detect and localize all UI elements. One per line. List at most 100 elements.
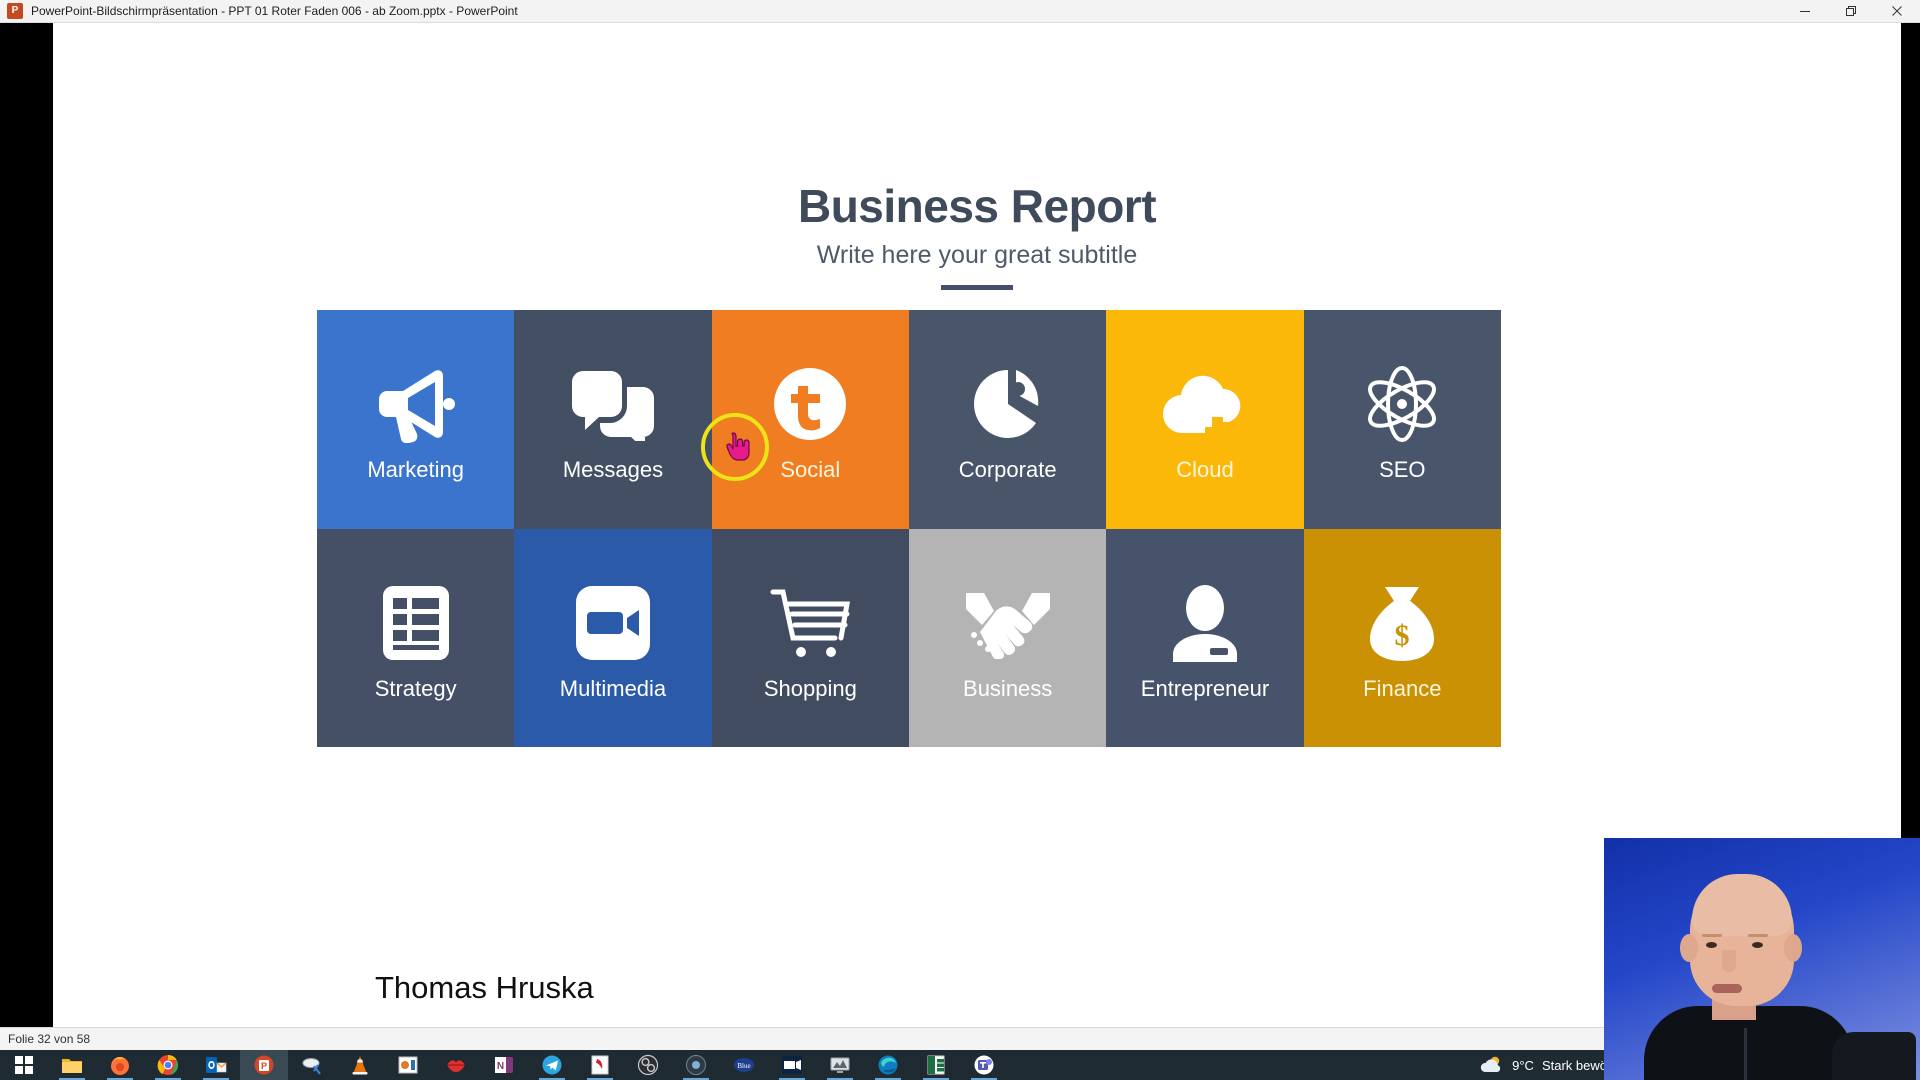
- tile-cloud[interactable]: Cloud: [1106, 310, 1304, 529]
- tile-label: SEO: [1379, 457, 1426, 483]
- lips-icon: [447, 1060, 465, 1072]
- presenter-chair: [1832, 1032, 1916, 1080]
- windows-logo-icon: [15, 1056, 33, 1074]
- slide-counter: Folie 32 von 58: [8, 1032, 91, 1046]
- restore-icon[interactable]: [1828, 0, 1874, 23]
- taskbar-circle-app[interactable]: [672, 1050, 720, 1080]
- tile-entrepreneur[interactable]: Entrepreneur: [1106, 528, 1304, 747]
- taskbar-file-explorer[interactable]: [48, 1050, 96, 1080]
- tile-label: Messages: [562, 457, 664, 483]
- window-title: PowerPoint-Bildschirmpräsentation - PPT …: [31, 4, 518, 18]
- tile-label: Corporate: [958, 457, 1057, 483]
- tile-label: Marketing: [367, 457, 464, 483]
- firefox-icon: [111, 1057, 129, 1075]
- presenter-jacket-zip: [1744, 1028, 1747, 1080]
- pie-chart-icon: [953, 356, 1063, 452]
- tile-social[interactable]: Social: [711, 310, 909, 529]
- tile-multimedia[interactable]: Multimedia: [514, 528, 712, 747]
- tile-label: Cloud: [1176, 457, 1234, 483]
- taskbar-excel[interactable]: [912, 1050, 960, 1080]
- telegram-icon: [542, 1055, 562, 1075]
- table-list-icon: [361, 575, 471, 671]
- tile-label: Strategy: [374, 675, 457, 701]
- blue-app-icon: Blue: [734, 1058, 754, 1072]
- presenter-nose: [1722, 950, 1736, 972]
- minimize-icon[interactable]: [1782, 0, 1828, 23]
- edge-icon: [878, 1055, 898, 1075]
- file-explorer-icon: [62, 1059, 82, 1073]
- presenter-brow-left: [1702, 934, 1722, 937]
- taskbar-vlc[interactable]: [336, 1050, 384, 1080]
- tile-label: Finance: [1363, 675, 1442, 701]
- tile-business[interactable]: Business: [908, 528, 1107, 747]
- powerpoint-icon: P: [7, 3, 23, 19]
- money-bag-icon: $: [1347, 575, 1457, 671]
- video-camera-icon: [558, 575, 668, 671]
- shopping-cart-icon: [755, 575, 865, 671]
- svg-text:$: $: [1395, 619, 1410, 652]
- presenter-mouth: [1712, 984, 1742, 993]
- taskbar-weather-widget[interactable]: 9°C Stark bewölkt: [1480, 1055, 1620, 1075]
- tile-marketing[interactable]: Marketing: [317, 310, 515, 529]
- presenter-eye-right: [1752, 942, 1763, 948]
- tile-label: Entrepreneur: [1140, 675, 1270, 701]
- close-icon[interactable]: [1874, 0, 1920, 23]
- speech-bubbles-icon: [558, 356, 668, 452]
- tile-label: Multimedia: [559, 675, 667, 701]
- tile-strategy[interactable]: Strategy: [317, 528, 515, 747]
- taskbar-teams[interactable]: [960, 1050, 1008, 1080]
- weather-temperature: 9°C: [1512, 1057, 1534, 1073]
- window-titlebar: P PowerPoint-Bildschirmpräsentation - PP…: [0, 0, 1920, 23]
- taskbar-snipping-tool[interactable]: [288, 1050, 336, 1080]
- window-controls: [1782, 0, 1920, 23]
- taskbar-onenote[interactable]: N: [480, 1050, 528, 1080]
- tile-label: Shopping: [763, 675, 857, 701]
- presenter-webcam-overlay: [1604, 838, 1920, 1080]
- taskbar-telegram[interactable]: [528, 1050, 576, 1080]
- excel-icon: [927, 1055, 945, 1075]
- chrome-icon: [157, 1054, 179, 1075]
- taskbar-lips-app[interactable]: [432, 1050, 480, 1080]
- monitor-app-icon: [830, 1057, 850, 1073]
- tile-label: Business: [963, 675, 1053, 701]
- tile-seo[interactable]: SEO: [1303, 310, 1501, 529]
- taskbar-monitor-app[interactable]: [816, 1050, 864, 1080]
- tile-corporate[interactable]: Corporate: [908, 310, 1107, 529]
- start-button[interactable]: [0, 1050, 48, 1080]
- taskbar-video-editor[interactable]: [768, 1050, 816, 1080]
- handshake-icon: [953, 575, 1063, 671]
- taskbar-edge[interactable]: [864, 1050, 912, 1080]
- taskbar-firefox[interactable]: [96, 1050, 144, 1080]
- tile-label: Social: [780, 457, 841, 483]
- presenter-eye-left: [1706, 942, 1717, 948]
- presenter-brow-right: [1748, 934, 1768, 937]
- tile-messages[interactable]: Messages: [514, 310, 712, 529]
- presenter-ear-right: [1784, 934, 1802, 962]
- taskbar-powerpoint[interactable]: P: [240, 1050, 288, 1080]
- taskbar-recorder[interactable]: [576, 1050, 624, 1080]
- twitter-bird-icon: [755, 356, 865, 452]
- presenter-scalp: [1692, 874, 1792, 936]
- taskbar-chrome[interactable]: [144, 1050, 192, 1080]
- page-title: Business Report: [797, 180, 1157, 232]
- taskbar-blue-app[interactable]: Blue: [720, 1050, 768, 1080]
- svg-text:P: P: [261, 1061, 267, 1071]
- screen: P PowerPoint-Bildschirmpräsentation - PP…: [0, 0, 1920, 1080]
- svg-text:Blue: Blue: [737, 1062, 750, 1070]
- onenote-icon: N: [495, 1057, 513, 1073]
- obs-studio-icon: [637, 1054, 659, 1076]
- outlook-icon: [206, 1057, 227, 1073]
- presenter-name: Thomas Hruska: [375, 970, 594, 1005]
- svg-text:N: N: [497, 1061, 504, 1072]
- user-person-icon: [1150, 575, 1260, 671]
- megaphone-icon: [361, 356, 471, 452]
- tile-shopping[interactable]: Shopping: [711, 528, 909, 747]
- taskbar-image-viewer[interactable]: [384, 1050, 432, 1080]
- recorder-icon: [591, 1055, 609, 1075]
- vlc-cone-icon: [352, 1056, 368, 1075]
- cloud-upload-icon: [1150, 356, 1260, 452]
- taskbar-obs-studio[interactable]: [624, 1050, 672, 1080]
- taskbar-outlook[interactable]: [192, 1050, 240, 1080]
- tile-finance[interactable]: $ Finance: [1303, 528, 1501, 747]
- page-subtitle: Write here your great subtitle: [816, 241, 1138, 269]
